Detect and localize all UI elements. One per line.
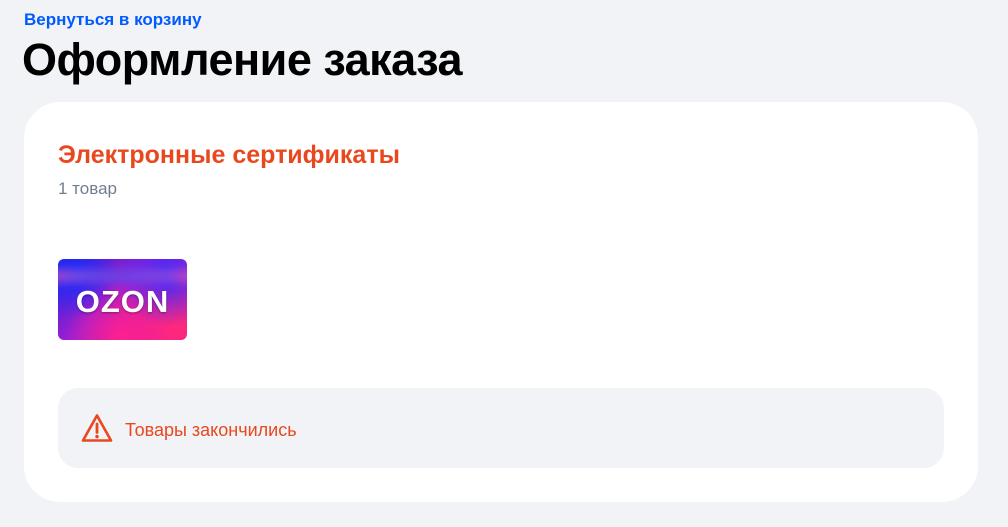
product-thumbnail[interactable]: OZON [58, 259, 187, 340]
ozon-logo: OZON [75, 284, 170, 319]
back-to-cart-link[interactable]: Вернуться в корзину [24, 9, 202, 31]
alert-text: Товары закончились [125, 420, 297, 440]
item-count: 1 товар [58, 179, 117, 198]
out-of-stock-alert: Товары закончились [58, 388, 944, 468]
order-section-card: Электронные сертификаты 1 товар OZON Тов… [24, 102, 978, 502]
section-title: Электронные сертификаты [58, 141, 400, 169]
warning-triangle-icon [81, 414, 113, 442]
page-title: Оформление заказа [22, 34, 463, 85]
